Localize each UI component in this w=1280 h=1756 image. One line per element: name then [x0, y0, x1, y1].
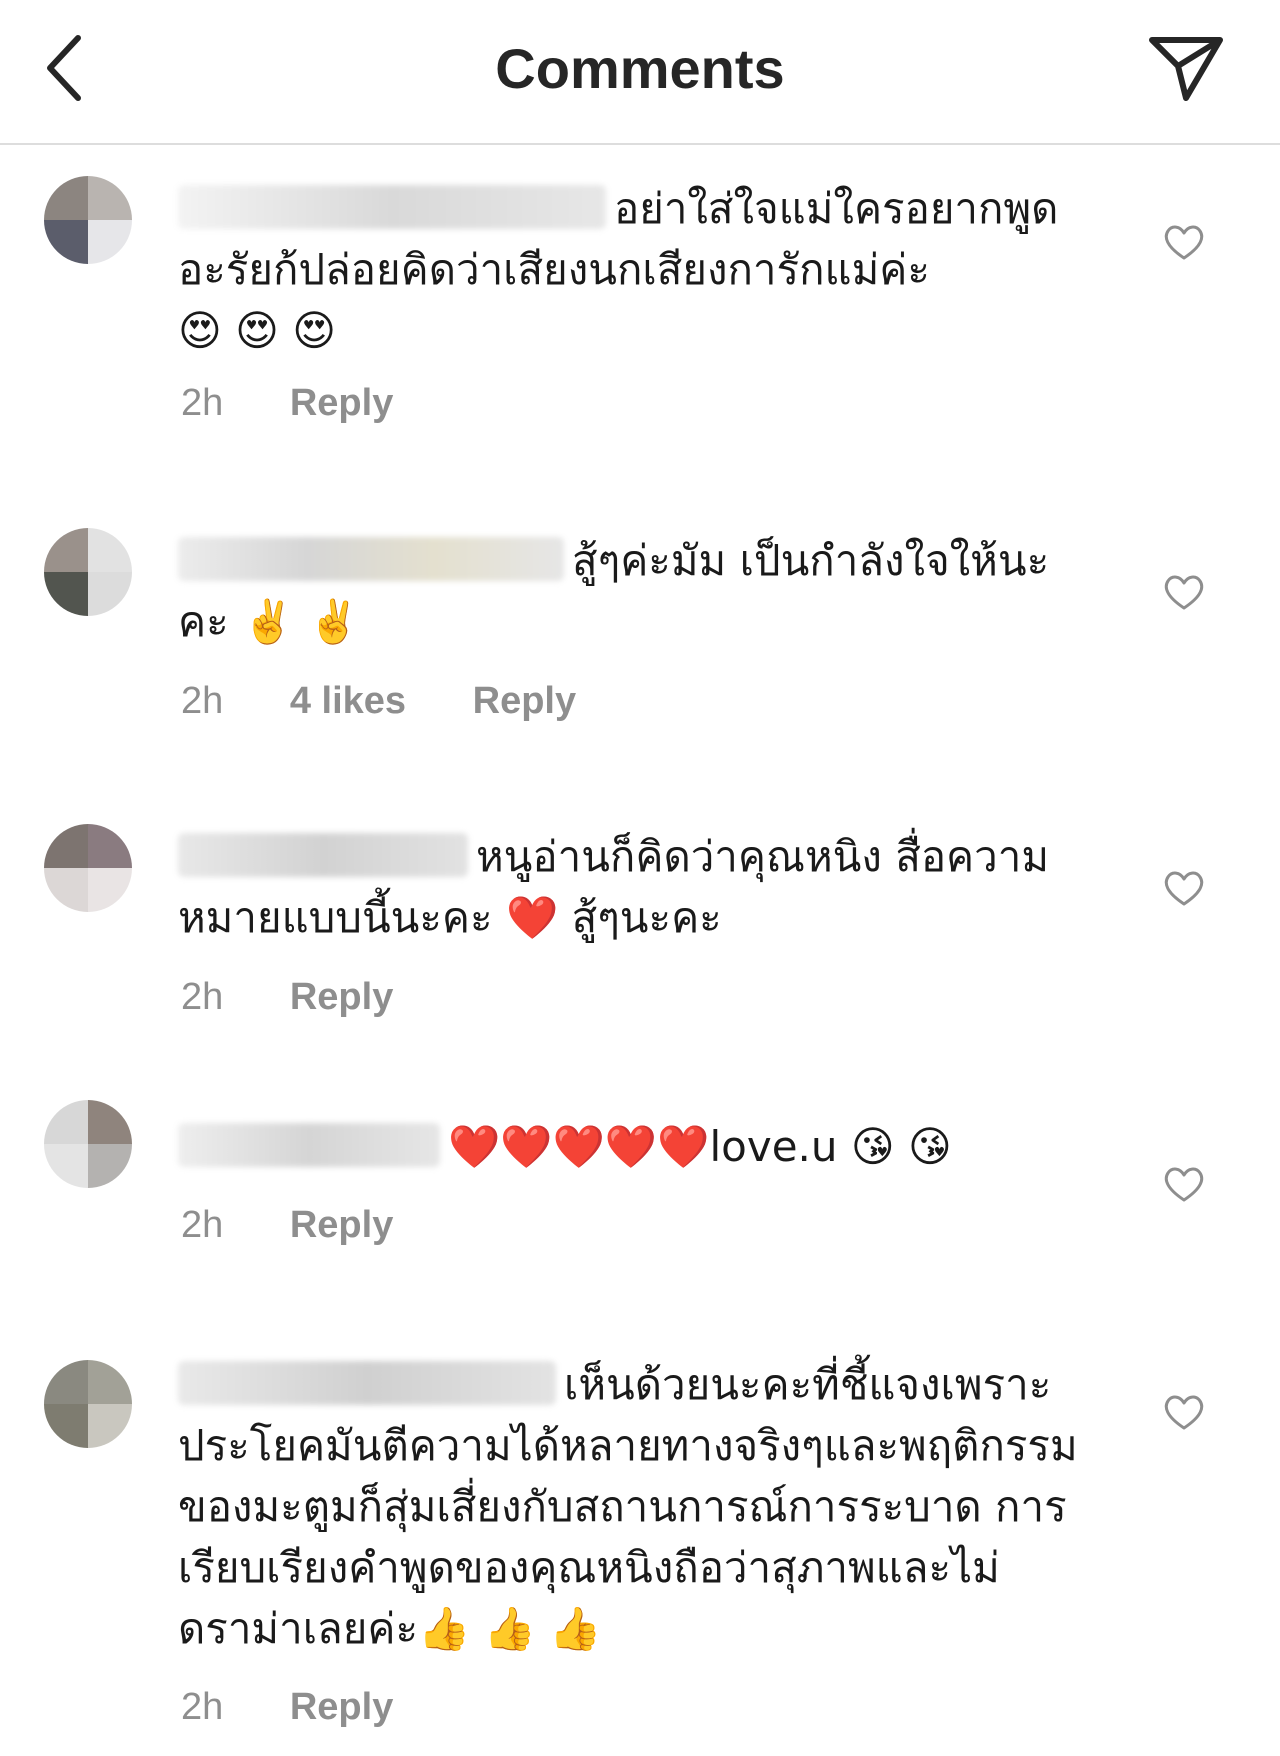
comment-emoji-before: ❤️❤️❤️❤️❤️ [448, 1122, 710, 1171]
reply-button[interactable]: Reply [290, 382, 393, 425]
comment-meta: 2h Reply [181, 382, 393, 425]
avatar[interactable] [44, 824, 132, 912]
comment-meta: 2h Reply [181, 1686, 393, 1729]
comment-emoji: 😍 😍 😍 [178, 306, 337, 355]
comment-emoji: 👍 👍 👍 [418, 1604, 602, 1653]
reply-button[interactable]: Reply [290, 1204, 393, 1247]
heart-icon[interactable] [1162, 572, 1206, 612]
comment-emoji: ❤️ [505, 893, 559, 942]
comment-time: 2h [181, 382, 224, 424]
comment-body: อย่าใส่ใจแม่ใครอยากพูดอะรัยก้ปล่อยคิดว่า… [178, 178, 1078, 361]
likes-count[interactable]: 4 likes [290, 680, 406, 723]
paper-plane-icon [1149, 37, 1223, 101]
comment-time: 2h [181, 680, 224, 722]
heart-icon[interactable] [1162, 868, 1206, 908]
reply-button[interactable]: Reply [290, 1686, 393, 1729]
comment-body: เห็นด้วยนะคะที่ชี้แจงเพราะประโยคมันตีควา… [178, 1354, 1078, 1659]
heart-icon[interactable] [1162, 1164, 1206, 1204]
reply-button[interactable]: Reply [290, 976, 393, 1019]
comment-emoji: 😘 😘 [850, 1122, 952, 1171]
reply-button[interactable]: Reply [473, 680, 576, 723]
avatar[interactable] [44, 1100, 132, 1188]
comment-emoji: ✌️ ✌️ [242, 597, 360, 646]
avatar[interactable] [44, 528, 132, 616]
username-redacted[interactable] [178, 833, 468, 877]
page-title: Comments [495, 37, 785, 100]
comment-body: สู้ๆค่ะมัม เป็นกำลังใจให้นะคะ ✌️ ✌️ [178, 530, 1078, 652]
comment-meta: 2h Reply [181, 976, 393, 1019]
comment-time: 2h [181, 1686, 224, 1728]
comment-meta: 2h Reply [181, 1204, 393, 1247]
heart-icon[interactable] [1162, 222, 1206, 262]
comment-text: love.u [709, 1122, 838, 1171]
comment-body: ❤️❤️❤️❤️❤️love.u 😘 😘 [178, 1116, 1078, 1177]
heart-icon[interactable] [1162, 1392, 1206, 1432]
comment-time: 2h [181, 1204, 224, 1246]
comment-meta: 2h 4 likes Reply [181, 680, 576, 723]
header-bar: Comments [0, 0, 1280, 145]
username-redacted[interactable] [178, 1123, 440, 1167]
avatar[interactable] [44, 1360, 132, 1448]
share-button[interactable] [1144, 30, 1228, 110]
comment-text-after: สู้ๆนะคะ [571, 893, 722, 942]
avatar[interactable] [44, 176, 132, 264]
username-redacted[interactable] [178, 185, 606, 229]
comment-body: หนูอ่านก็คิดว่าคุณหนิง สื่อความหมายแบบนี… [178, 826, 1078, 948]
comment-time: 2h [181, 976, 224, 1018]
username-redacted[interactable] [178, 1361, 556, 1405]
username-redacted[interactable] [178, 537, 564, 581]
